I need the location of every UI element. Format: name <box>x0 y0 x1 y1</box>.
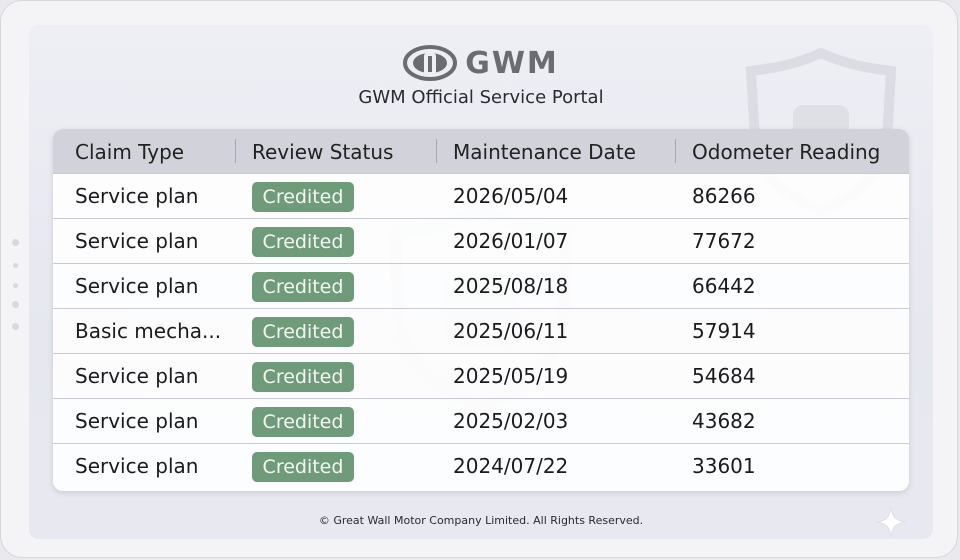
claim-type-cell: Basic mecha... <box>75 319 222 343</box>
side-sensor-dot <box>13 263 18 268</box>
status-badge: Credited <box>252 362 354 392</box>
claim-type-cell: Service plan <box>75 184 199 208</box>
table-row[interactable]: Service plan Credited 2026/05/04 86266 <box>53 173 909 218</box>
claim-type-cell: Service plan <box>75 274 199 298</box>
maintenance-date-cell: 2024/07/22 <box>453 454 569 478</box>
maintenance-date-cell: 2025/02/03 <box>453 409 569 433</box>
brand-header: GWM <box>29 45 933 81</box>
side-sensor-dot <box>12 323 19 330</box>
table-header: Claim Type Review Status Maintenance Dat… <box>53 129 909 173</box>
column-header-maintenance-date[interactable]: Maintenance Date <box>453 129 636 173</box>
side-sensor-dot <box>13 283 18 288</box>
column-header-review-status[interactable]: Review Status <box>252 129 393 173</box>
column-header-odometer-reading[interactable]: Odometer Reading <box>692 129 880 173</box>
status-badge: Credited <box>252 317 354 347</box>
side-sensor-dot <box>12 301 19 308</box>
claim-type-cell: Service plan <box>75 409 199 433</box>
table-row[interactable]: Service plan Credited 2025/05/19 54684 <box>53 353 909 398</box>
column-divider <box>675 139 676 163</box>
odometer-cell: 57914 <box>692 319 756 343</box>
side-sensor-dot <box>12 239 19 246</box>
column-header-claim-type[interactable]: Claim Type <box>75 129 184 173</box>
table-row[interactable]: Service plan Credited 2024/07/22 33601 <box>53 443 909 488</box>
copyright-footer: © Great Wall Motor Company Limited. All … <box>318 514 644 527</box>
table-row[interactable]: Service plan Credited 2026/01/07 77672 <box>53 218 909 263</box>
maintenance-date-cell: 2026/05/04 <box>453 184 569 208</box>
sparkle-icon <box>875 506 907 538</box>
maintenance-date-cell: 2025/06/11 <box>453 319 569 343</box>
tablet-frame: GWM GWM Official Service Portal Claim Ty… <box>0 0 958 558</box>
table-row[interactable]: Service plan Credited 2025/02/03 43682 <box>53 398 909 443</box>
odometer-cell: 77672 <box>692 229 756 253</box>
brand-logo-text: GWM <box>465 45 559 81</box>
portal-screen: GWM GWM Official Service Portal Claim Ty… <box>29 25 933 539</box>
odometer-cell: 86266 <box>692 184 756 208</box>
status-badge: Credited <box>252 452 354 482</box>
odometer-cell: 43682 <box>692 409 756 433</box>
maintenance-date-cell: 2025/08/18 <box>453 274 569 298</box>
status-badge: Credited <box>252 407 354 437</box>
status-badge: Credited <box>252 272 354 302</box>
claim-type-cell: Service plan <box>75 454 199 478</box>
page-title: GWM Official Service Portal <box>358 87 604 108</box>
gwm-emblem-icon <box>403 45 458 81</box>
status-badge: Credited <box>252 182 354 212</box>
odometer-cell: 33601 <box>692 454 756 478</box>
table-row[interactable]: Basic mecha... Credited 2025/06/11 57914 <box>53 308 909 353</box>
column-divider <box>436 139 437 163</box>
table-row[interactable]: Service plan Credited 2025/08/18 66442 <box>53 263 909 308</box>
claim-type-cell: Service plan <box>75 364 199 388</box>
claim-type-cell: Service plan <box>75 229 199 253</box>
claims-table: Claim Type Review Status Maintenance Dat… <box>53 129 909 491</box>
maintenance-date-cell: 2025/05/19 <box>453 364 569 388</box>
odometer-cell: 66442 <box>692 274 756 298</box>
column-divider <box>235 139 236 163</box>
status-badge: Credited <box>252 227 354 257</box>
odometer-cell: 54684 <box>692 364 756 388</box>
maintenance-date-cell: 2026/01/07 <box>453 229 569 253</box>
